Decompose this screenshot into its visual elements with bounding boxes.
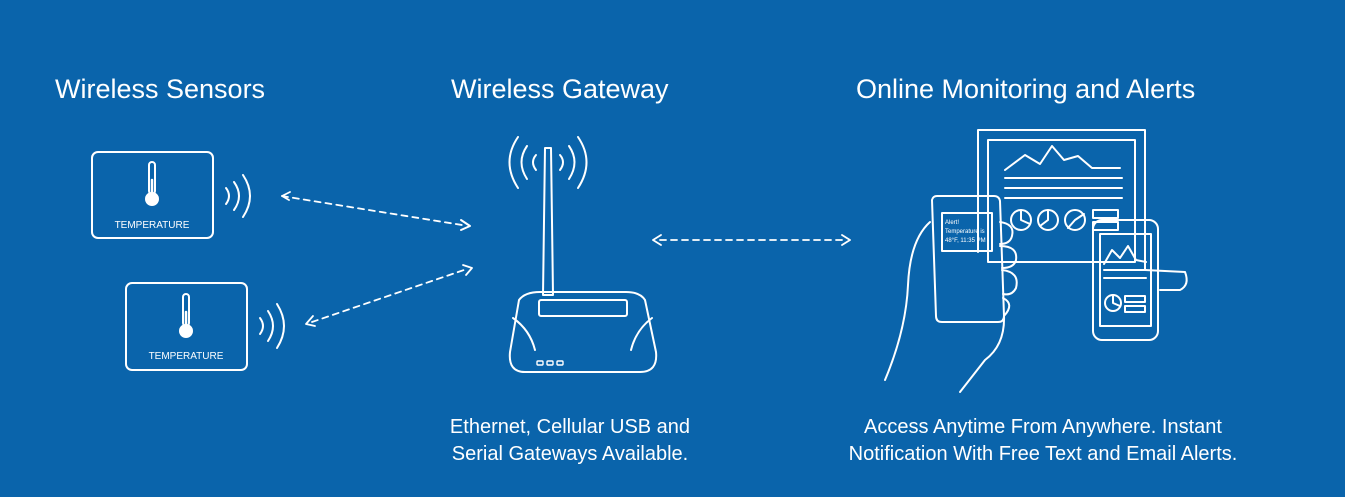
gateway-caption: Ethernet, Cellular USB and Serial Gatewa… (420, 414, 720, 468)
alert-line-2: Temperature is (945, 229, 985, 235)
sensor-label: TEMPERATURE (115, 220, 190, 231)
alert-line-1: Alert! (945, 220, 959, 226)
sensor-label: TEMPERATURE (149, 351, 224, 362)
gateway-body (508, 291, 658, 373)
pie-chart-icons (1010, 209, 1086, 231)
thermometer-icon (145, 161, 159, 206)
caption-line: Access Anytime From Anywhere. Instant (864, 416, 1222, 438)
temperature-sensor-1: TEMPERATURE (91, 151, 251, 239)
temperature-sensor-2: TEMPERATURE (125, 282, 285, 371)
gateway-device (508, 136, 658, 373)
gateway-grips (512, 317, 653, 351)
arrow-sensor1-gateway (281, 191, 471, 231)
signal-waves-icon (225, 174, 251, 218)
smartphone-body (1092, 219, 1159, 341)
arrow-gateway-monitoring (652, 234, 851, 246)
caption-line: Ethernet, Cellular USB and (449, 416, 691, 438)
alert-line-3: 48°F, 11:35 PM (945, 238, 986, 244)
laptop-screen-frame (977, 129, 1146, 271)
caption-line: Serial Gateways Available. (451, 443, 689, 465)
gateway-leds (536, 360, 564, 366)
caption-line: Notification With Free Text and Email Al… (848, 443, 1238, 465)
antenna-signal-icon (508, 136, 588, 189)
line-graph-icon (1004, 145, 1121, 171)
smartphone-device (1092, 219, 1159, 341)
signal-waves-icon (259, 303, 285, 349)
thermometer-icon (179, 293, 193, 338)
gateway-display (538, 299, 628, 317)
antenna-icon (542, 147, 554, 296)
hand-with-phone: Alert! Temperature is 48°F, 11:35 PM (884, 195, 1018, 393)
hand-outline (884, 221, 931, 381)
monitoring-caption: Access Anytime From Anywhere. Instant No… (808, 414, 1278, 468)
arrow-sensor2-gateway (305, 264, 473, 327)
